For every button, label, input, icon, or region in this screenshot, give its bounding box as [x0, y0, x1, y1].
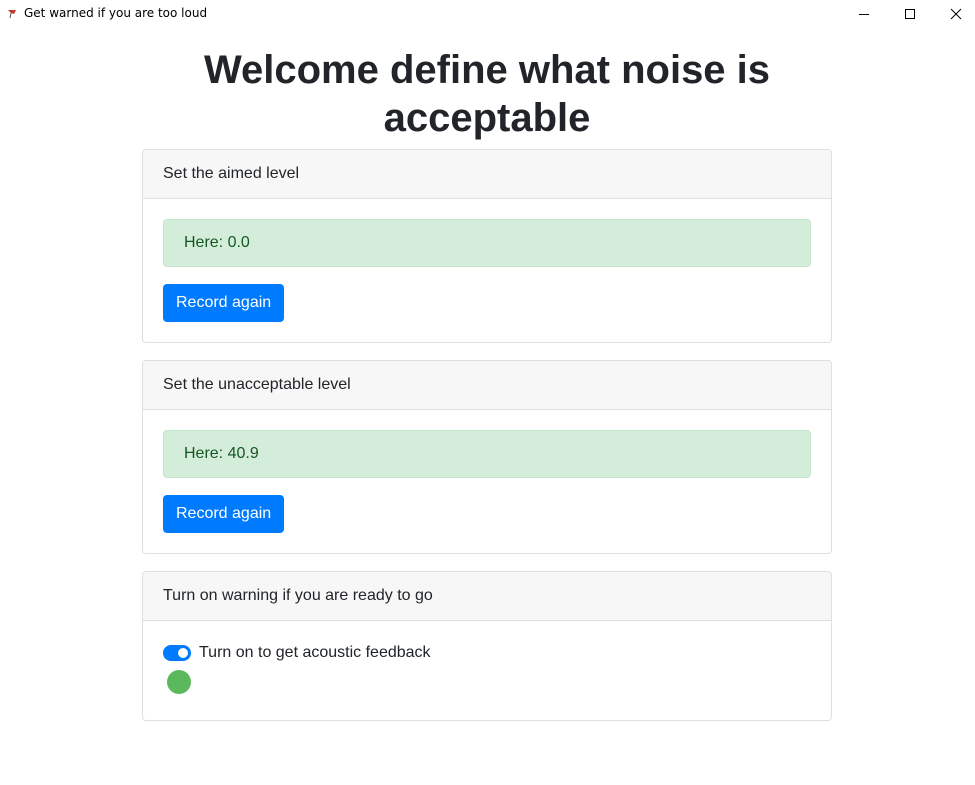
record-unacceptable-button[interactable]: Record again	[163, 495, 285, 533]
unacceptable-level-card-header: Set the unacceptable level	[143, 361, 831, 410]
page-title: Welcome define what noise is acceptable	[203, 48, 771, 140]
feedback-toggle[interactable]	[163, 645, 191, 661]
warning-card-body: Turn on to get acoustic feedback	[143, 621, 831, 720]
close-icon	[950, 8, 962, 20]
maximize-button[interactable]	[887, 0, 933, 28]
close-button[interactable]	[933, 0, 975, 28]
window-title: Get warned if you are too loud	[24, 6, 208, 20]
record-aimed-button[interactable]: Record again	[163, 284, 285, 322]
warning-card: Turn on warning if you are ready to go T…	[142, 571, 832, 721]
aimed-level-card-header: Set the aimed level	[143, 150, 831, 199]
unacceptable-level-card: Set the unacceptable level Here: 40.9 Re…	[142, 360, 832, 554]
warning-card-header: Turn on warning if you are ready to go	[143, 572, 831, 621]
aimed-level-card: Set the aimed level Here: 0.0 Record aga…	[142, 149, 832, 343]
aimed-level-card-body: Here: 0.0 Record again	[143, 199, 831, 342]
minimize-icon	[859, 14, 869, 15]
noise-status-indicator	[167, 670, 191, 694]
aimed-level-value: Here: 0.0	[163, 219, 811, 267]
maximize-icon	[905, 9, 915, 19]
app-icon	[8, 10, 16, 19]
feedback-switch-row: Turn on to get acoustic feedback	[163, 644, 811, 662]
toggle-knob	[178, 648, 188, 658]
unacceptable-level-card-body: Here: 40.9 Record again	[143, 410, 831, 553]
window-titlebar: Get warned if you are too loud	[0, 0, 975, 28]
unacceptable-level-value: Here: 40.9	[163, 430, 811, 478]
feedback-toggle-label[interactable]: Turn on to get acoustic feedback	[199, 644, 431, 662]
minimize-button[interactable]	[841, 0, 887, 28]
